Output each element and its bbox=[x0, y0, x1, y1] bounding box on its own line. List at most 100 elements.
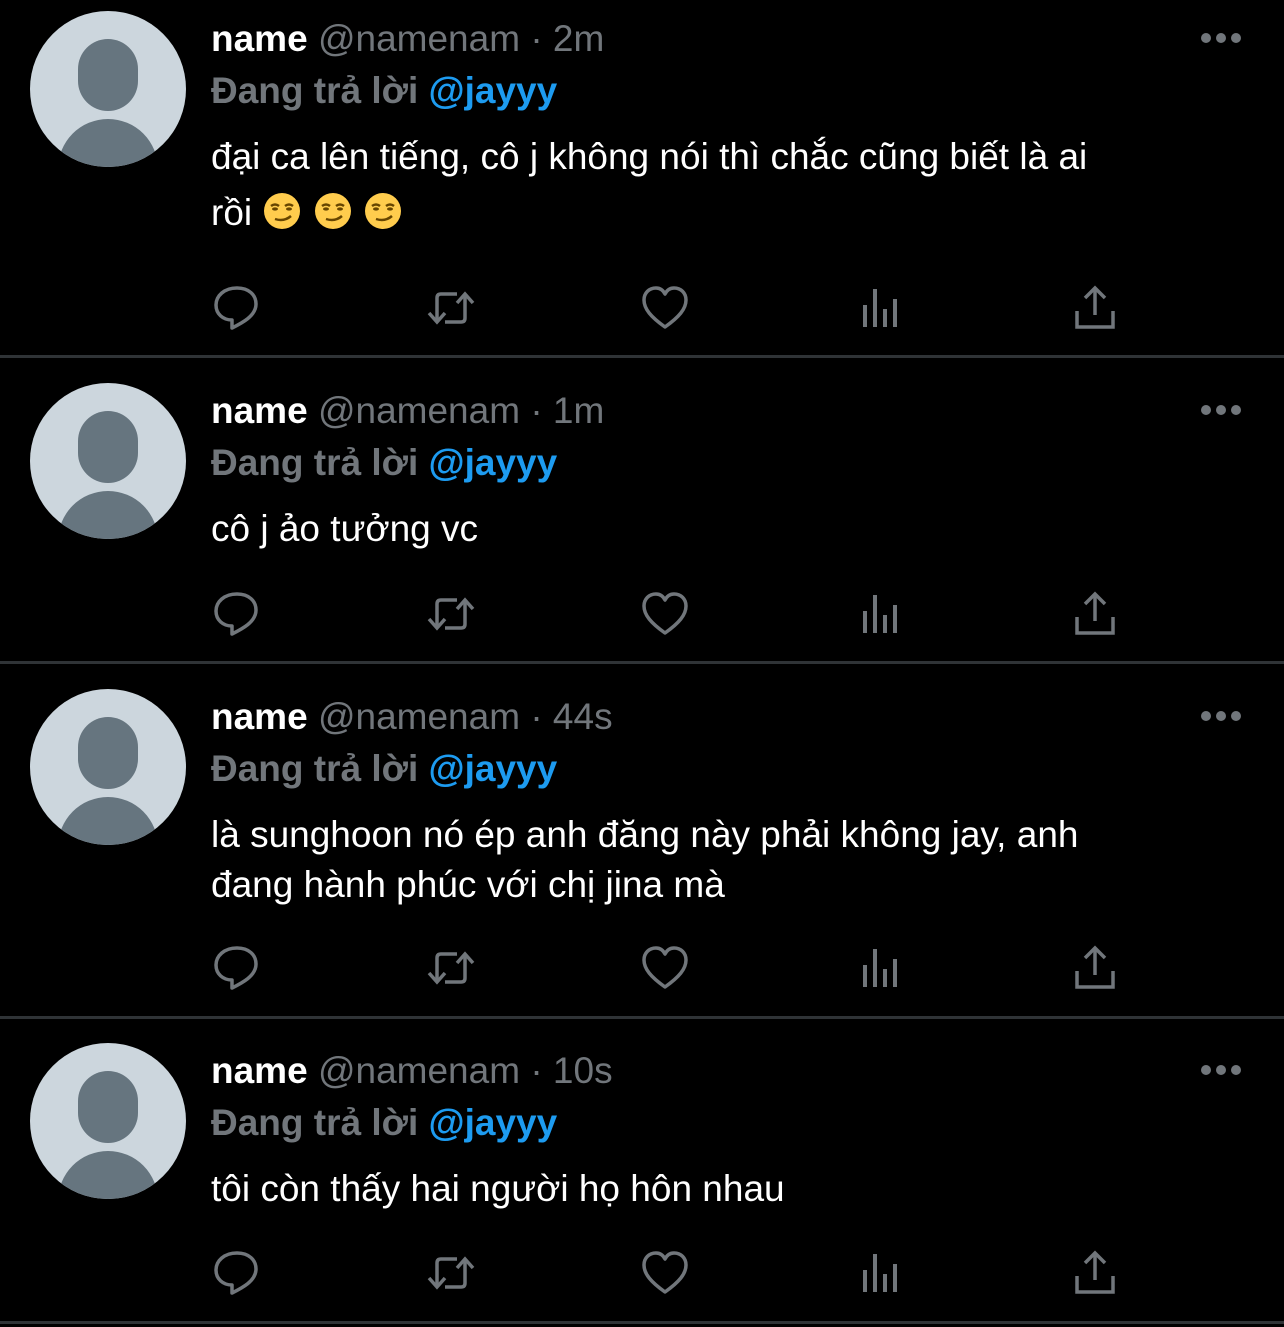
replying-to: Đang trả lời @jayyy bbox=[211, 440, 557, 486]
tweet[interactable]: name @namenam · 44s Đang trả lời @jayyy … bbox=[0, 664, 1284, 1016]
timestamp[interactable]: 10s bbox=[553, 1050, 613, 1091]
avatar-head bbox=[78, 39, 138, 111]
user-handle[interactable]: @namenam bbox=[318, 18, 520, 59]
separator-dot: · bbox=[530, 1050, 543, 1091]
avatar-body bbox=[58, 1151, 158, 1199]
tweet-text-line: rồi bbox=[211, 185, 1261, 241]
tweet-actions bbox=[211, 1248, 1211, 1298]
user-handle[interactable]: @namenam bbox=[318, 390, 520, 431]
smirk-emoji-icon bbox=[264, 193, 301, 229]
display-name[interactable]: name bbox=[211, 1050, 308, 1091]
mention-link[interactable]: @jayyy bbox=[429, 442, 558, 483]
views-icon bbox=[863, 289, 897, 327]
tweet-text: cô j ảo tưởng vc bbox=[211, 501, 1261, 557]
tweet-actions bbox=[211, 283, 1211, 333]
like-button[interactable] bbox=[639, 589, 691, 639]
tweet-text: là sunghoon nó ép anh đăng này phải khôn… bbox=[211, 807, 1261, 913]
replying-to: Đang trả lời @jayyy bbox=[211, 1100, 557, 1146]
avatar[interactable] bbox=[30, 11, 186, 167]
tweet-text-line: đang hành phúc với chị jina mà bbox=[211, 864, 725, 905]
reply-feed: name @namenam · 2m Đang trả lời @jayyy đ… bbox=[0, 0, 1284, 1327]
smirk-emoji-icon bbox=[314, 193, 351, 229]
avatar[interactable] bbox=[30, 1043, 186, 1199]
tweet-header: name @namenam · 44s bbox=[211, 694, 613, 740]
replying-to-label: Đang trả lời bbox=[211, 70, 419, 111]
views-icon bbox=[863, 595, 897, 633]
replying-to: Đang trả lời @jayyy bbox=[211, 68, 557, 114]
display-name[interactable]: name bbox=[211, 390, 308, 431]
views-button[interactable] bbox=[854, 589, 906, 639]
retweet-icon bbox=[427, 951, 475, 985]
views-icon bbox=[863, 1254, 897, 1292]
views-button[interactable] bbox=[854, 943, 906, 993]
smirk-emoji-icon bbox=[364, 193, 401, 229]
share-button[interactable] bbox=[1069, 589, 1121, 639]
reply-button[interactable] bbox=[211, 589, 263, 639]
avatar[interactable] bbox=[30, 383, 186, 539]
tweet-divider bbox=[0, 1321, 1284, 1324]
tweet-actions bbox=[211, 943, 1211, 993]
like-button[interactable] bbox=[639, 283, 691, 333]
share-icon bbox=[1075, 591, 1115, 635]
avatar-head bbox=[78, 717, 138, 789]
more-icon[interactable] bbox=[1200, 709, 1242, 723]
views-icon bbox=[863, 949, 897, 987]
reply-button[interactable] bbox=[211, 943, 263, 993]
timestamp[interactable]: 44s bbox=[553, 696, 613, 737]
like-button[interactable] bbox=[639, 1248, 691, 1298]
reply-icon bbox=[214, 286, 258, 330]
tweet-text: tôi còn thấy hai người họ hôn nhau bbox=[211, 1161, 1261, 1217]
timestamp[interactable]: 1m bbox=[553, 390, 604, 431]
avatar[interactable] bbox=[30, 689, 186, 845]
retweet-button[interactable] bbox=[425, 943, 477, 993]
retweet-button[interactable] bbox=[425, 589, 477, 639]
tweet-header: name @namenam · 1m bbox=[211, 388, 604, 434]
share-button[interactable] bbox=[1069, 943, 1121, 993]
more-icon[interactable] bbox=[1200, 1063, 1242, 1077]
replying-to-label: Đang trả lời bbox=[211, 1102, 419, 1143]
reply-icon bbox=[214, 1251, 258, 1295]
more-icon[interactable] bbox=[1200, 403, 1242, 417]
mention-link[interactable]: @jayyy bbox=[429, 748, 558, 789]
reply-button[interactable] bbox=[211, 1248, 263, 1298]
display-name[interactable]: name bbox=[211, 18, 308, 59]
retweet-button[interactable] bbox=[425, 1248, 477, 1298]
user-handle[interactable]: @namenam bbox=[318, 1050, 520, 1091]
replying-to: Đang trả lời @jayyy bbox=[211, 746, 557, 792]
tweet-text-line: là sunghoon nó ép anh đăng này phải khôn… bbox=[211, 814, 1079, 855]
retweet-button[interactable] bbox=[425, 283, 477, 333]
share-button[interactable] bbox=[1069, 1248, 1121, 1298]
replying-to-label: Đang trả lời bbox=[211, 442, 419, 483]
tweet-header: name @namenam · 2m bbox=[211, 16, 604, 62]
mention-link[interactable]: @jayyy bbox=[429, 70, 558, 111]
share-button[interactable] bbox=[1069, 283, 1121, 333]
tweet[interactable]: name @namenam · 1m Đang trả lời @jayyy c… bbox=[0, 358, 1284, 661]
retweet-icon bbox=[427, 1256, 475, 1290]
reply-button[interactable] bbox=[211, 283, 263, 333]
share-icon bbox=[1075, 1250, 1115, 1294]
mention-link[interactable]: @jayyy bbox=[429, 1102, 558, 1143]
separator-dot: · bbox=[530, 390, 543, 431]
views-button[interactable] bbox=[854, 1248, 906, 1298]
display-name[interactable]: name bbox=[211, 696, 308, 737]
like-button[interactable] bbox=[639, 943, 691, 993]
timestamp[interactable]: 2m bbox=[553, 18, 604, 59]
separator-dot: · bbox=[530, 18, 543, 59]
tweet-text-line: cô j ảo tưởng vc bbox=[211, 508, 479, 549]
more-icon[interactable] bbox=[1200, 31, 1242, 45]
heart-icon bbox=[642, 592, 688, 635]
retweet-icon bbox=[427, 597, 475, 631]
user-handle[interactable]: @namenam bbox=[318, 696, 520, 737]
share-icon bbox=[1075, 285, 1115, 329]
avatar-head bbox=[78, 1071, 138, 1143]
separator-dot: · bbox=[530, 696, 543, 737]
tweet[interactable]: name @namenam · 10s Đang trả lời @jayyy … bbox=[0, 1019, 1284, 1321]
tweet-actions bbox=[211, 589, 1211, 639]
tweet-text-line: đại ca lên tiếng, cô j không nói thì chắ… bbox=[211, 136, 1088, 177]
avatar-head bbox=[78, 411, 138, 483]
avatar-body bbox=[58, 491, 158, 539]
heart-icon bbox=[642, 1251, 688, 1294]
tweet[interactable]: name @namenam · 2m Đang trả lời @jayyy đ… bbox=[0, 0, 1284, 355]
tweet-text-line: tôi còn thấy hai người họ hôn nhau bbox=[211, 1168, 785, 1209]
views-button[interactable] bbox=[854, 283, 906, 333]
